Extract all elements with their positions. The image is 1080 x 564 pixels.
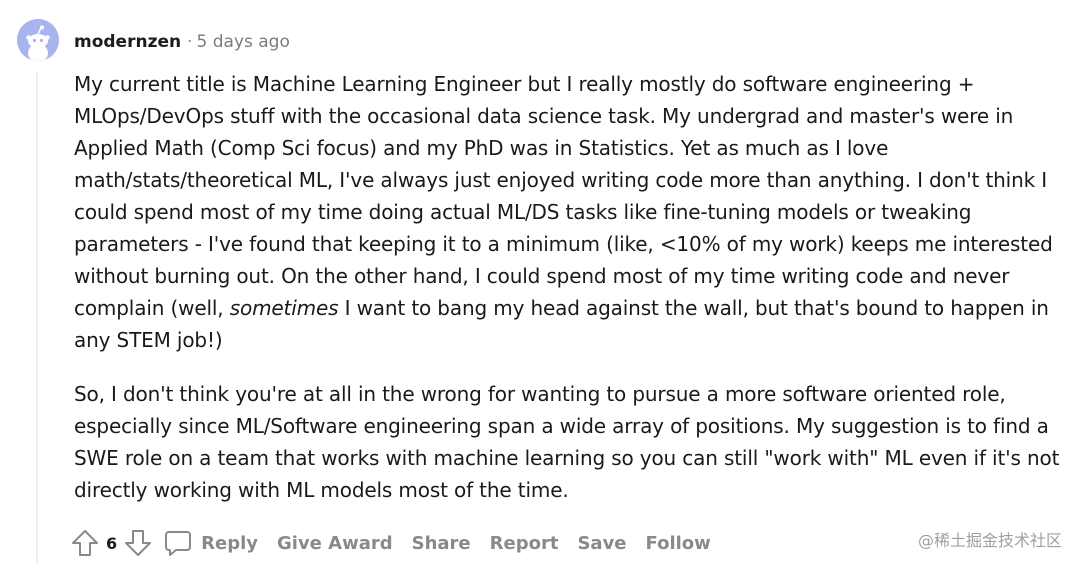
- thread-line[interactable]: [36, 72, 38, 564]
- upvote-arrow-icon: [72, 530, 98, 556]
- upvote-button[interactable]: [68, 526, 102, 560]
- comment-toolbar: 6 Reply Give Award Share Report Save Fol…: [68, 526, 730, 560]
- meta-separator: ·: [187, 32, 193, 52]
- comment-emphasis: sometimes: [229, 296, 339, 320]
- save-label: Save: [577, 532, 627, 554]
- vote-score: 6: [106, 533, 118, 553]
- comment: modernzen · 5 days ago My current title is…: [0, 0, 1080, 564]
- avatar[interactable]: [17, 19, 59, 61]
- save-button[interactable]: Save: [577, 533, 626, 554]
- downvote-arrow-icon: [125, 530, 152, 556]
- watermark: @稀土掘金技术社区: [917, 531, 1062, 550]
- report-button[interactable]: Report: [490, 533, 559, 554]
- comment-body: My current title is Machine Learning Eng…: [74, 68, 1074, 528]
- downvote-button[interactable]: [121, 526, 155, 560]
- speech-bubble-icon: [163, 528, 193, 558]
- comment-paragraph: So, I don't think you're at all in the w…: [74, 382, 1060, 502]
- follow-label: Follow: [645, 532, 711, 554]
- comment-meta: modernzen · 5 days ago: [74, 31, 290, 53]
- username[interactable]: modernzen: [74, 32, 181, 52]
- give-award-label: Give Award: [277, 532, 393, 554]
- comment-paragraph: My current title is Machine Learning Eng…: [74, 68, 1074, 356]
- follow-button[interactable]: Follow: [646, 533, 711, 554]
- reply-label: Reply: [201, 532, 258, 554]
- share-label: Share: [411, 532, 471, 554]
- share-button[interactable]: Share: [412, 533, 471, 554]
- report-label: Report: [489, 532, 559, 554]
- reply-button[interactable]: Reply: [163, 528, 258, 558]
- snoo-avatar-icon: [17, 19, 59, 61]
- give-award-button[interactable]: Give Award: [277, 533, 393, 554]
- comment-text: My current title is Machine Learning Eng…: [74, 72, 1053, 320]
- timestamp[interactable]: 5 days ago: [197, 32, 290, 52]
